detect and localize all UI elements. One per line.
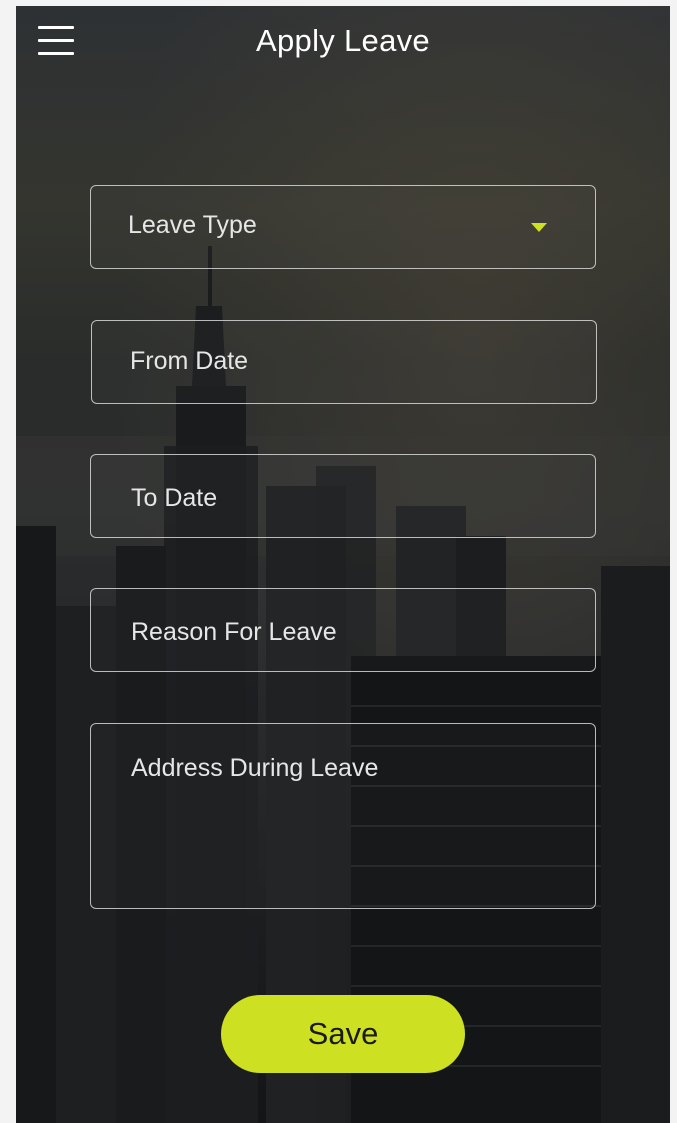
app-screen: Apply Leave Leave Type From Date To Date… [16,6,670,1123]
reason-for-leave-placeholder: Reason For Leave [131,618,337,646]
leave-type-dropdown[interactable]: Leave Type [90,185,596,269]
address-during-leave-field[interactable]: Address During Leave [90,723,596,909]
from-date-field[interactable]: From Date [91,320,597,404]
leave-type-placeholder: Leave Type [128,211,257,239]
page-title: Apply Leave [256,23,430,58]
to-date-placeholder: To Date [131,484,218,512]
address-during-leave-placeholder: Address During Leave [131,754,379,782]
dropdown-arrow-icon[interactable] [531,223,547,232]
reason-for-leave-field[interactable]: Reason For Leave [90,588,596,672]
from-date-placeholder: From Date [130,347,249,375]
save-button[interactable]: Save [221,995,465,1073]
app-bar: Apply Leave [16,6,670,90]
to-date-field[interactable]: To Date [90,454,596,538]
city-skyline-background [16,246,670,1123]
